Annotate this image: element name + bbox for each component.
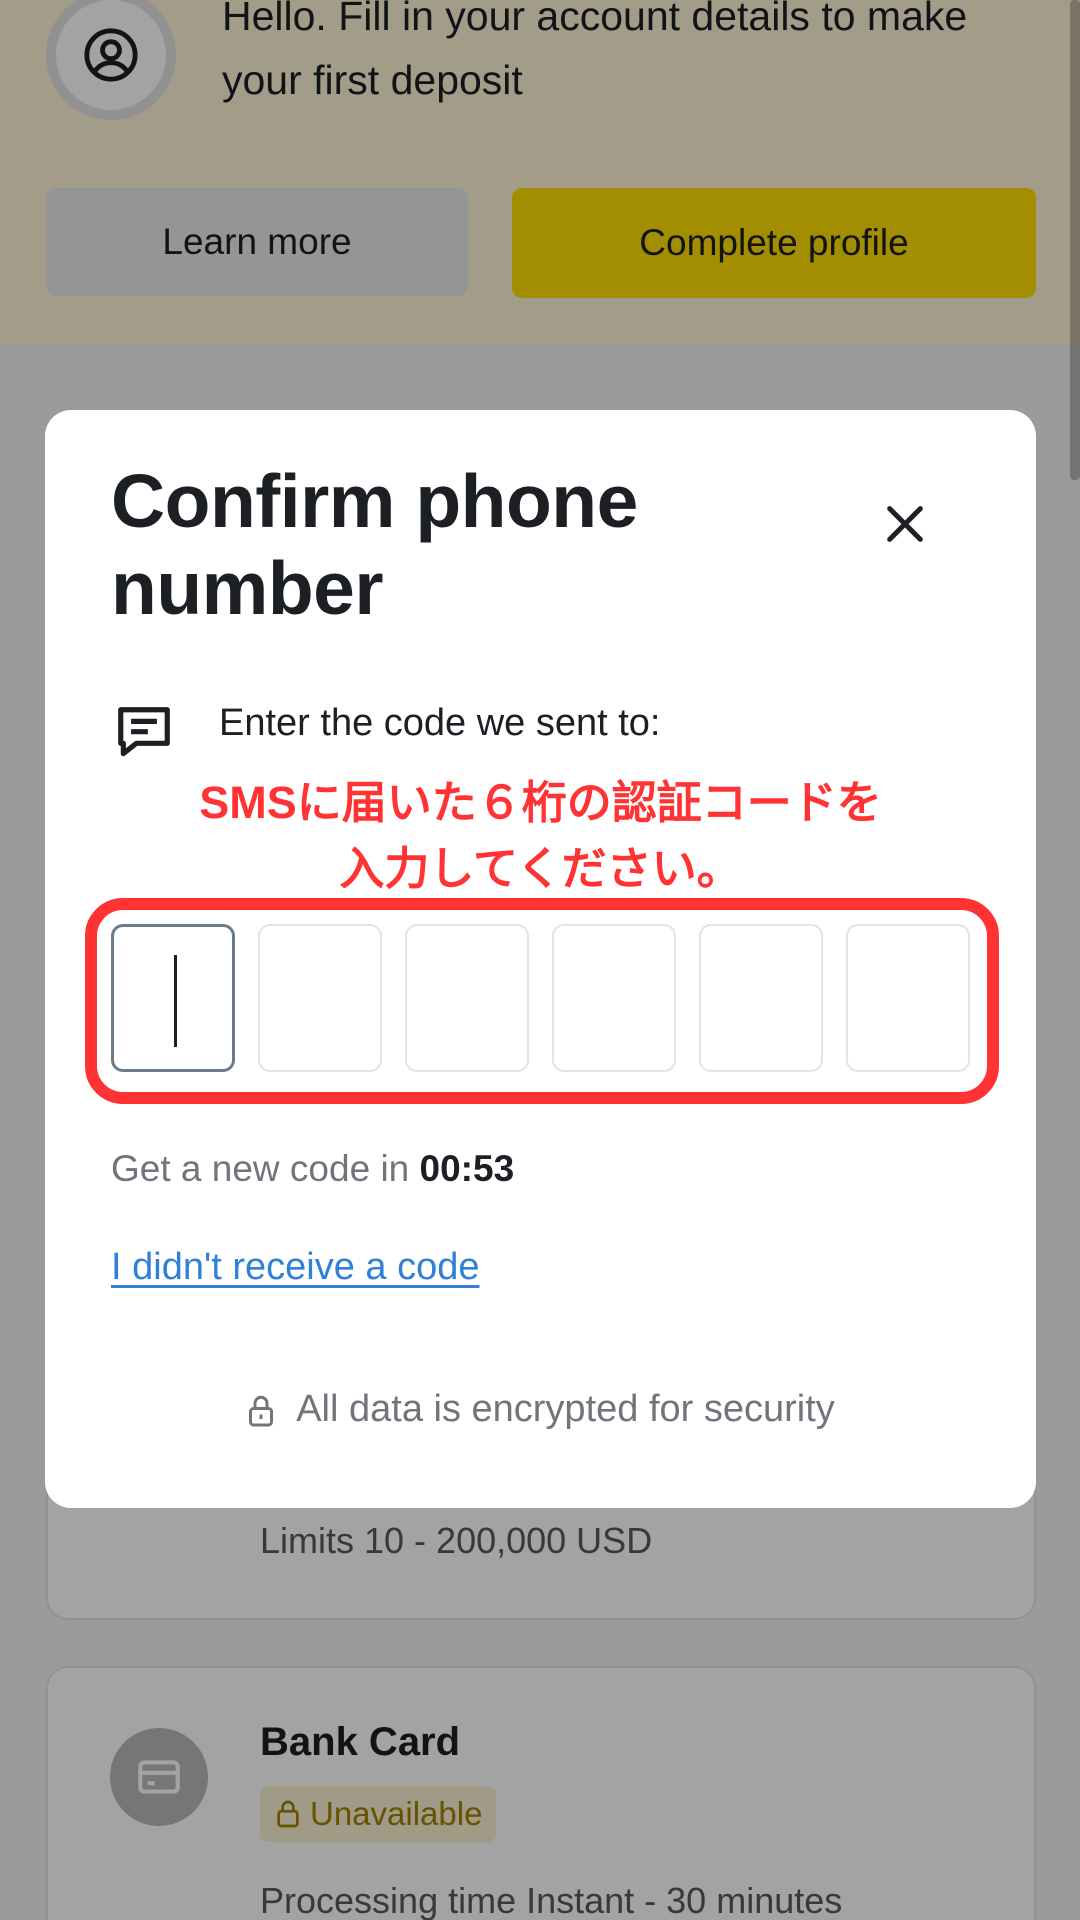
code-sent-label: Enter the code we sent to: [219,702,661,744]
no-code-received-link[interactable]: I didn't receive a code [111,1246,479,1289]
code-digit-6[interactable] [846,924,970,1072]
resend-countdown-label: Get a new code in [111,1148,420,1189]
code-digit-1[interactable] [111,924,235,1072]
security-note: All data is encrypted for security [45,1388,1036,1431]
resend-countdown: Get a new code in 00:53 [111,1148,514,1190]
annotation-line-2: 入力してください。 [339,843,742,894]
message-icon [118,707,170,757]
close-button[interactable] [873,492,937,556]
dialog-title: Confirm phone number [111,459,638,630]
scrollbar-thumb[interactable] [1070,0,1080,480]
countdown-timer: 00:53 [419,1148,515,1189]
code-digit-3[interactable] [405,924,529,1072]
confirm-phone-dialog: Confirm phone number Enter the code we s… [45,410,1036,1508]
code-digit-5[interactable] [699,924,823,1072]
instruction-annotation: SMSに届いた６桁の認証コードを 入力してください。 [45,770,1036,902]
text-caret [174,955,177,1047]
close-icon [887,506,923,542]
code-digit-2[interactable] [258,924,382,1072]
annotation-line-1: SMSに届いた６桁の認証コードを [199,777,882,828]
lock-icon [249,1395,274,1426]
security-note-text: All data is encrypted for security [296,1388,835,1430]
verification-code-inputs [111,924,971,1074]
code-digit-4[interactable] [552,924,676,1072]
